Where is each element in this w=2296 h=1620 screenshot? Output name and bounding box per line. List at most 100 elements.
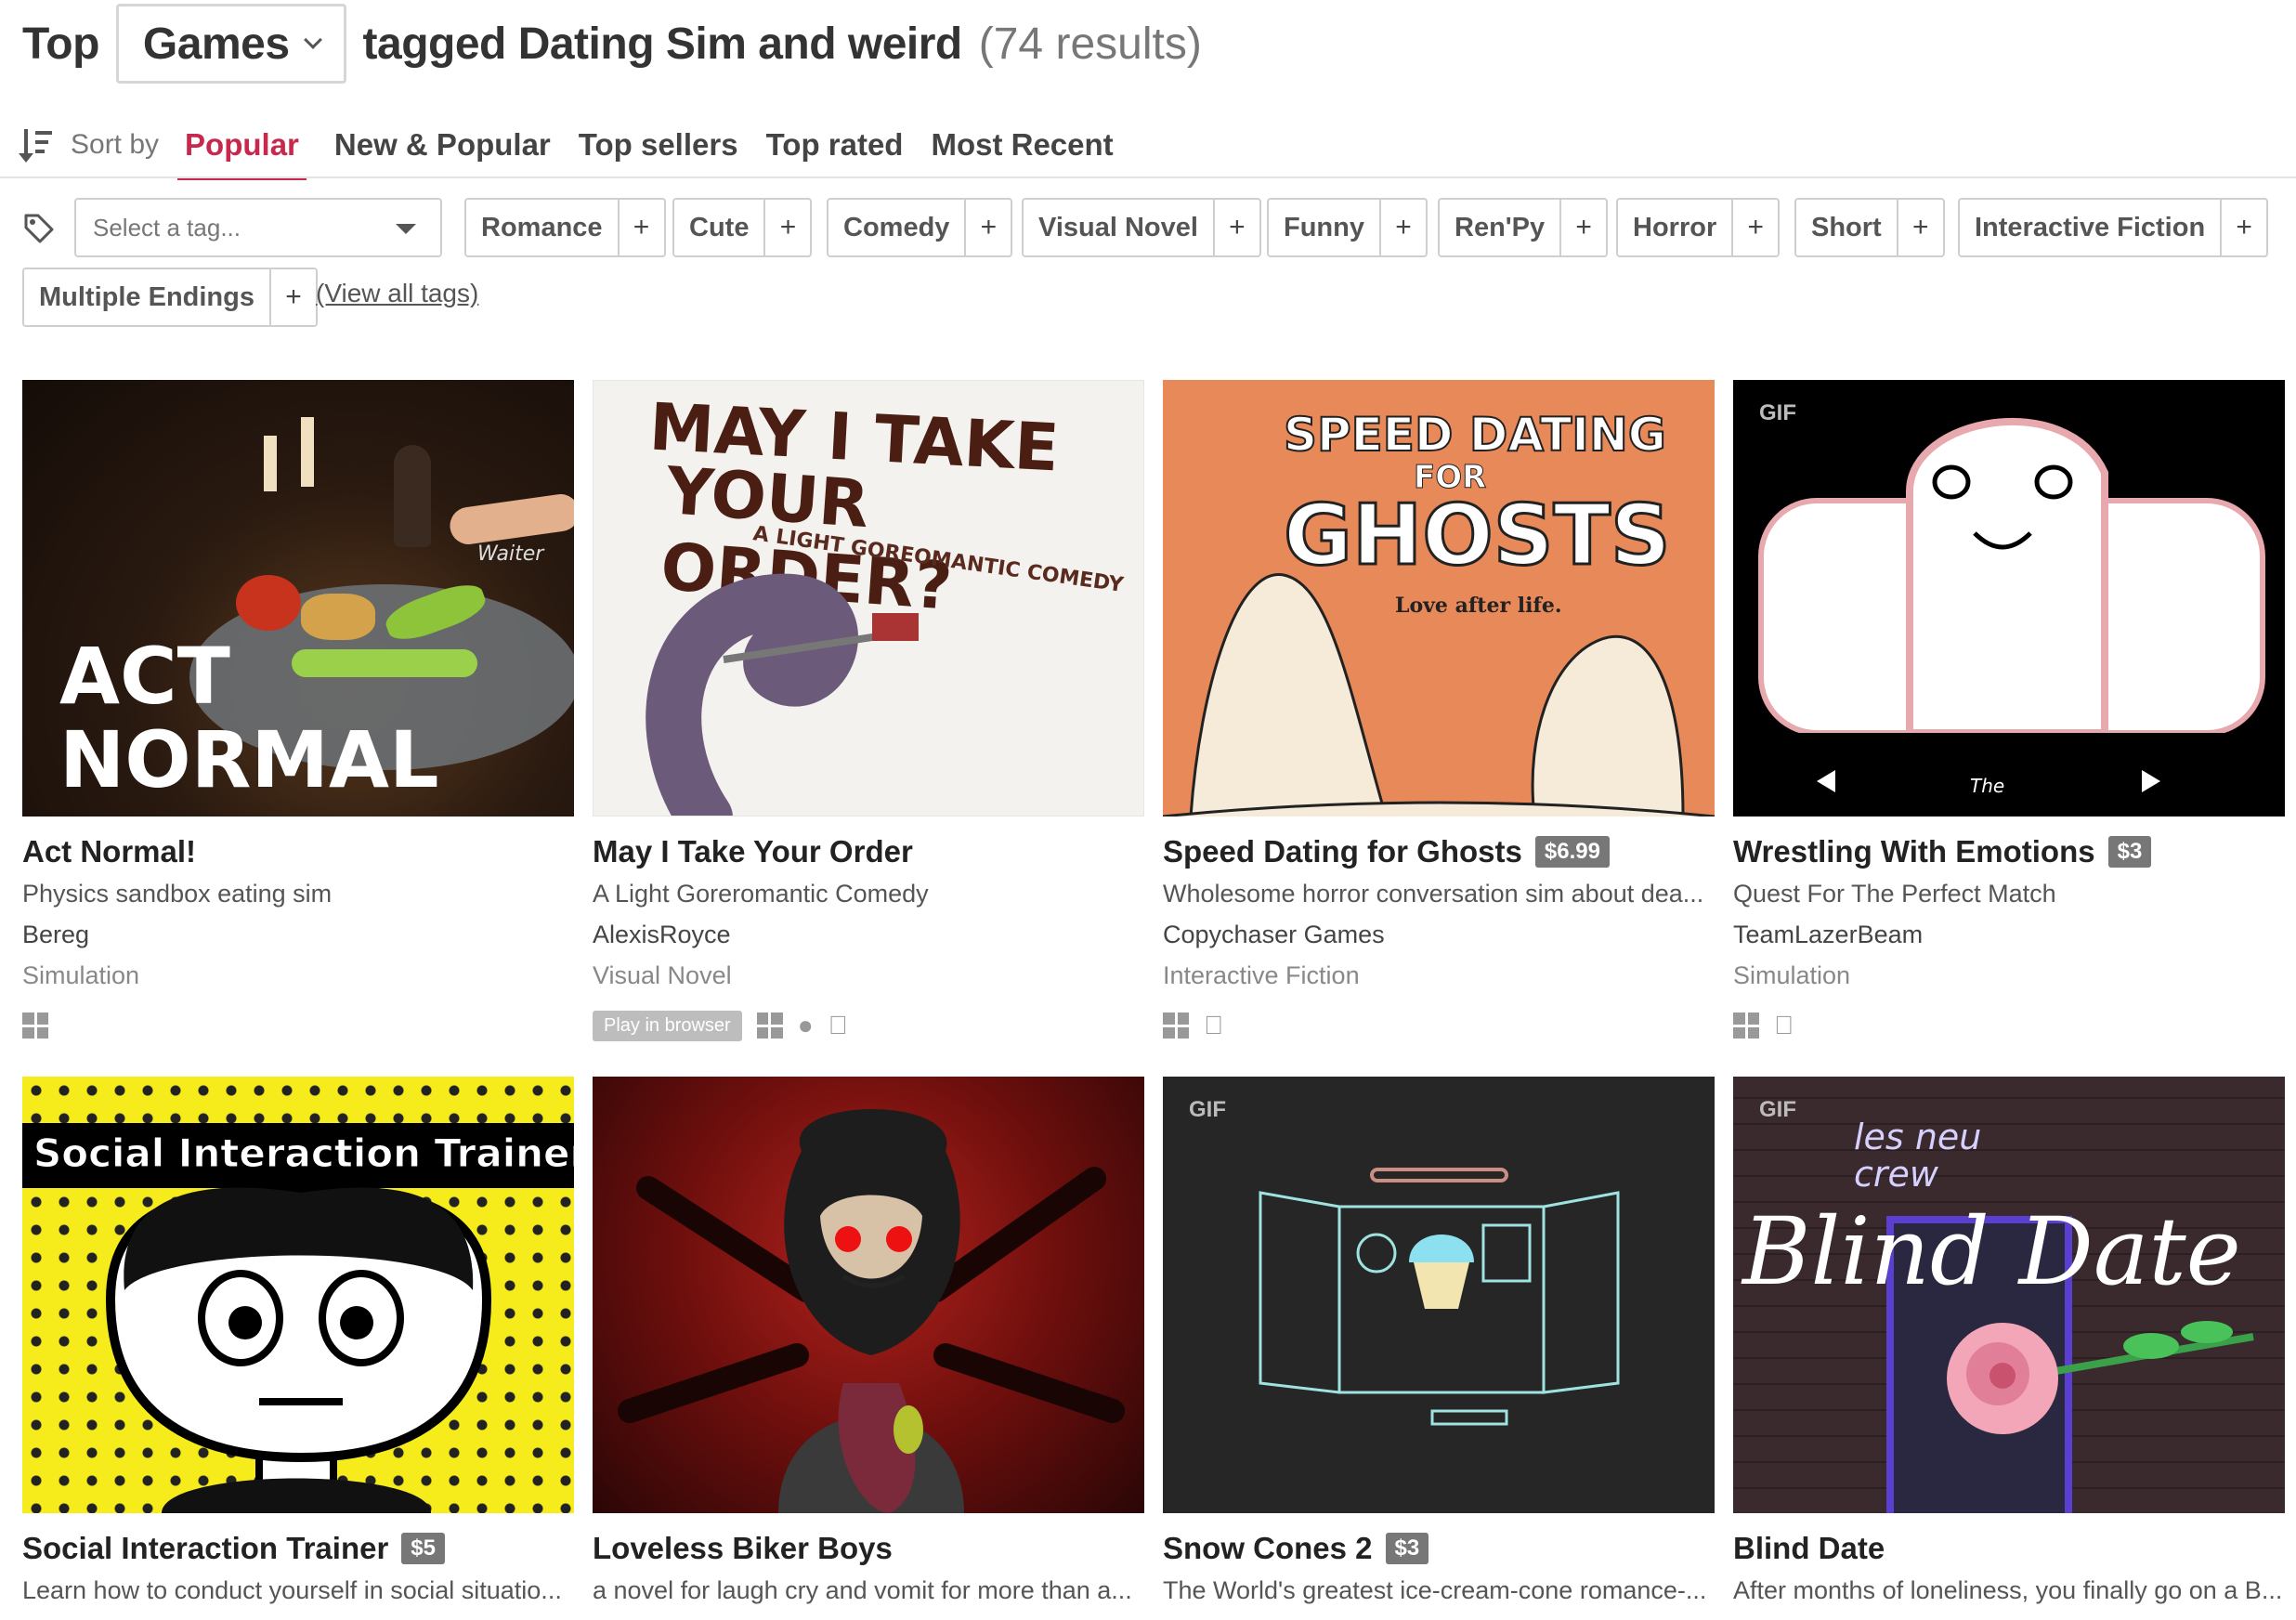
add-tag-plus-icon[interactable]: +: [1731, 200, 1778, 255]
divider: [0, 176, 2296, 178]
page-header: Top Games tagged Dating Sim and weird (7…: [22, 0, 1202, 87]
game-description: a novel for laugh cry and vomit for more…: [593, 1576, 1132, 1604]
tag-chip-horror: Horror +: [1616, 198, 1781, 257]
tag-chip-comedy: Comedy +: [827, 198, 1013, 257]
game-genre: Visual Novel: [593, 961, 732, 989]
game-description: A Light Goreromantic Comedy: [593, 880, 929, 908]
gif-badge: GIF: [1759, 400, 1796, 425]
game-thumbnail[interactable]: ACT NORMAL Waiter: [22, 380, 574, 817]
tag-chip-label[interactable]: Multiple Endings: [24, 269, 269, 325]
add-tag-plus-icon[interactable]: +: [1559, 200, 1606, 255]
art-text: NORMAL: [59, 714, 439, 805]
tag-chip-label[interactable]: Ren'Py: [1440, 200, 1559, 255]
tag-chip-label[interactable]: Short: [1796, 200, 1897, 255]
game-thumbnail[interactable]: [593, 1077, 1144, 1513]
category-select-value: Games: [142, 19, 290, 69]
tag-select[interactable]: Select a tag...: [74, 198, 442, 257]
game-title[interactable]: Speed Dating for Ghosts: [1163, 834, 1522, 869]
game-author[interactable]: Bereg: [22, 921, 574, 956]
tag-chip-label[interactable]: Cute: [674, 200, 763, 255]
gif-badge: GIF: [1189, 1097, 1226, 1122]
game-thumbnail[interactable]: GIF: [1163, 1077, 1715, 1513]
game-card: GIF Snow Cones 2 $3 The World's greatest…: [1163, 1077, 1715, 1612]
game-card: MAY I TAKE YOUR ORDER? A LIGHT GOREOMANT…: [593, 380, 1144, 1041]
tag-chip-renpy: Ren'Py +: [1438, 198, 1609, 257]
add-tag-plus-icon[interactable]: +: [1379, 200, 1426, 255]
sort-tab-new-popular[interactable]: New & Popular: [334, 110, 551, 180]
tag-chip-label[interactable]: Interactive Fiction: [1960, 200, 2220, 255]
tag-chip-romance: Romance +: [464, 198, 666, 257]
game-thumbnail[interactable]: GIF The: [1733, 380, 2285, 817]
sort-tab-top-sellers[interactable]: Top sellers: [579, 110, 738, 180]
tag-chip-interactive-fiction: Interactive Fiction +: [1958, 198, 2269, 257]
game-genre: Simulation: [1733, 961, 1851, 989]
game-title[interactable]: Social Interaction Trainer: [22, 1531, 388, 1566]
windows-icon: [1733, 1012, 1759, 1039]
tag-chip-multiple-endings: Multiple Endings +: [22, 268, 318, 327]
game-thumbnail[interactable]: Social Interaction Trainer: [22, 1077, 574, 1513]
add-tag-plus-icon[interactable]: +: [1212, 200, 1259, 255]
sort-tab-popular[interactable]: Popular: [177, 110, 307, 180]
game-card: GIF The Wrestling With Emotions $3 Quest…: [1733, 380, 2285, 1041]
add-tag-plus-icon[interactable]: +: [617, 200, 664, 255]
tag-chip-label[interactable]: Visual Novel: [1024, 200, 1213, 255]
add-tag-plus-icon[interactable]: +: [269, 269, 316, 325]
game-title[interactable]: Wrestling With Emotions: [1733, 834, 2095, 869]
game-thumbnail[interactable]: MAY I TAKE YOUR ORDER? A LIGHT GOREOMANT…: [593, 380, 1144, 817]
game-title[interactable]: Snow Cones 2: [1163, 1531, 1373, 1566]
tag-icon: [24, 214, 54, 243]
price-badge: $6.99: [1534, 836, 1610, 868]
game-thumbnail[interactable]: SPEED DATING FOR GHOSTS Love after life.: [1163, 380, 1715, 817]
art-text: Waiter: [477, 542, 544, 566]
tag-chip-label[interactable]: Funny: [1269, 200, 1379, 255]
view-all-tags-link[interactable]: (View all tags): [316, 279, 478, 308]
game-card: Social Interaction Trainer Social Intera…: [22, 1077, 574, 1612]
tag-chip-label[interactable]: Comedy: [828, 200, 964, 255]
linux-icon: ●: [797, 1011, 814, 1039]
game-author[interactable]: Copychaser Games: [1163, 921, 1715, 956]
tag-chip-label[interactable]: Horror: [1618, 200, 1731, 255]
game-description: Quest For The Perfect Match: [1733, 880, 2056, 908]
game-description: The World's greatest ice-cream-cone roma…: [1163, 1576, 1707, 1604]
sort-tab-most-recent[interactable]: Most Recent: [931, 110, 1113, 180]
play-in-browser-badge: Play in browser: [593, 1010, 742, 1041]
game-card: les neu crew Blind Date GIF Blind Date A…: [1733, 1077, 2285, 1612]
windows-icon: [22, 1012, 48, 1039]
game-description: Wholesome horror conversation sim about …: [1163, 880, 1704, 908]
sort-tab-top-rated[interactable]: Top rated: [766, 110, 904, 180]
category-select[interactable]: Games: [115, 4, 346, 84]
tag-chip-label[interactable]: Romance: [466, 200, 618, 255]
game-title[interactable]: Loveless Biker Boys: [593, 1531, 893, 1566]
caret-down-icon: [396, 224, 416, 234]
game-description: After months of loneliness, you finally …: [1733, 1576, 2283, 1604]
sort-label: Sort by: [71, 129, 160, 160]
tag-chip-visual-novel: Visual Novel +: [1022, 198, 1261, 257]
tag-select-placeholder: Select a tag...: [93, 213, 241, 242]
game-card: SPEED DATING FOR GHOSTS Love after life.…: [1163, 380, 1715, 1041]
game-author[interactable]: AlexisRoyce: [593, 921, 1144, 956]
sort-bar: Sort by Popular New & Popular Top seller…: [19, 110, 1141, 180]
tag-chip-cute: Cute +: [672, 198, 813, 257]
add-tag-plus-icon[interactable]: +: [1896, 200, 1943, 255]
price-badge: $3: [1385, 1533, 1429, 1564]
game-author[interactable]: TeamLazerBeam: [1733, 921, 2285, 956]
game-card: ACT NORMAL Waiter Act Normal! Physics sa…: [22, 380, 574, 1041]
add-tag-plus-icon[interactable]: +: [2220, 200, 2266, 255]
game-description: Physics sandbox eating sim: [22, 880, 333, 908]
game-title[interactable]: May I Take Your Order: [593, 834, 913, 869]
price-badge: $3: [2107, 836, 2152, 868]
add-tag-plus-icon[interactable]: +: [964, 200, 1011, 255]
chevron-down-icon: [303, 31, 322, 49]
game-card: Loveless Biker Boys a novel for laugh cr…: [593, 1077, 1144, 1612]
sort-icon: [19, 129, 54, 163]
gif-badge: GIF: [1759, 1097, 1796, 1122]
game-thumbnail[interactable]: les neu crew Blind Date GIF: [1733, 1077, 2285, 1513]
game-title[interactable]: Act Normal!: [22, 834, 196, 869]
header-top-word: Top: [22, 19, 99, 69]
add-tag-plus-icon[interactable]: +: [763, 200, 810, 255]
apple-icon: : [1774, 1012, 1794, 1039]
game-genre: Simulation: [22, 961, 140, 989]
game-title[interactable]: Blind Date: [1733, 1531, 1885, 1566]
price-badge: $5: [401, 1533, 445, 1564]
result-count: (74 results): [978, 19, 1202, 69]
